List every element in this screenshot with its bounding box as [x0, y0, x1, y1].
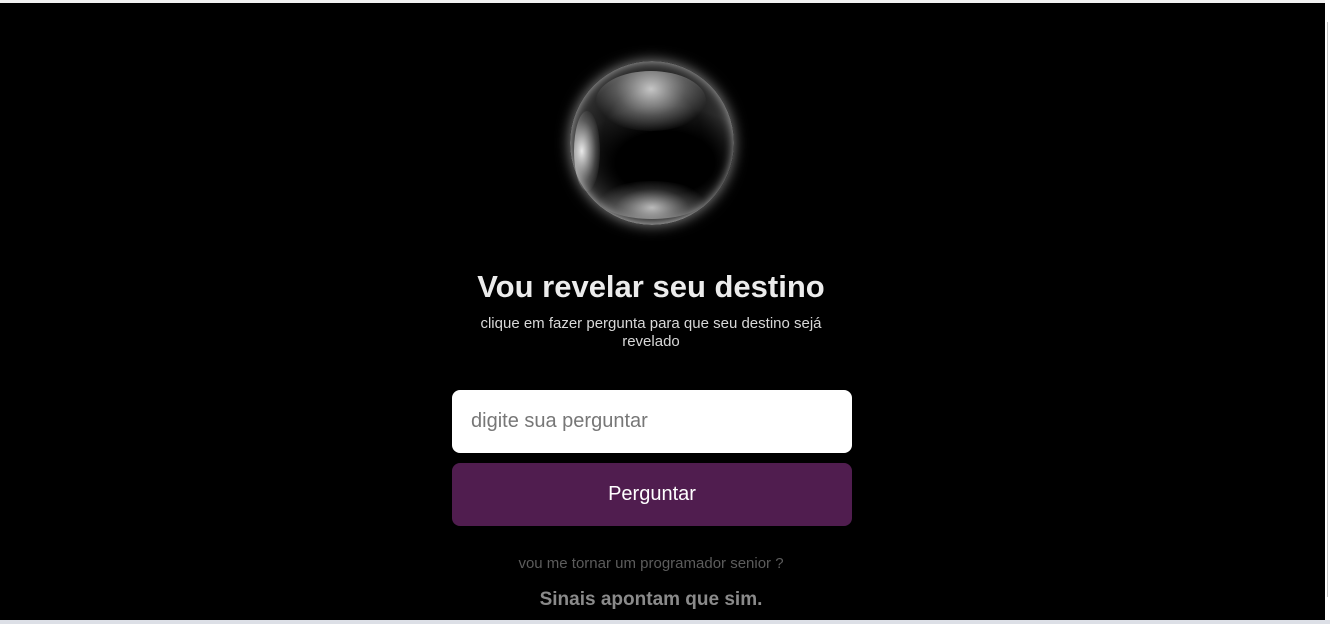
- page-subtitle: clique em fazer pergunta para que seu de…: [480, 315, 822, 350]
- page-title: Vou revelar seu destino: [477, 269, 825, 304]
- orb-highlight-left: [574, 111, 600, 191]
- crystal-ball-icon: [570, 61, 734, 225]
- orb-highlight-top: [596, 71, 706, 131]
- answer-text: Sinais apontam que sim.: [539, 589, 763, 610]
- question-input[interactable]: [452, 390, 852, 453]
- ask-button[interactable]: Perguntar: [452, 463, 852, 526]
- window-scrollbar[interactable]: [1325, 0, 1330, 624]
- bottom-edge: [0, 620, 1330, 624]
- asked-question-text: vou me tornar um programador senior ?: [518, 555, 784, 572]
- orb-highlight-rim: [600, 181, 704, 219]
- main-content: Vou revelar seu destino clique em fazer …: [0, 3, 1325, 620]
- page-viewport: Vou revelar seu destino clique em fazer …: [0, 3, 1325, 620]
